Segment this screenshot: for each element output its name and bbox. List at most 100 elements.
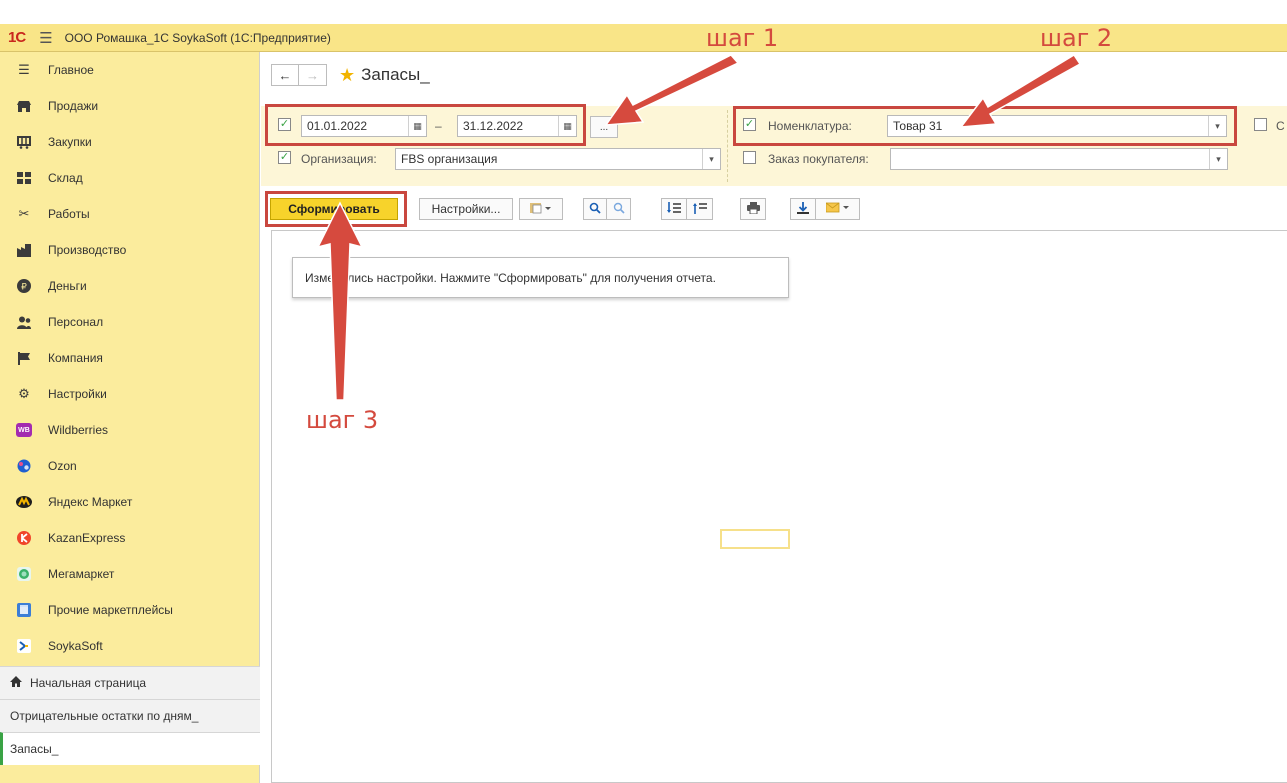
find-button[interactable] bbox=[583, 198, 607, 220]
organization-field[interactable]: FBS организация ▾ bbox=[395, 148, 721, 170]
main-menu-icon[interactable]: ☰ bbox=[39, 29, 52, 47]
navigation-bar: ← → ★ Запасы_ bbox=[271, 64, 430, 86]
sidebar-item-label: KazanExpress bbox=[48, 531, 126, 545]
factory-icon bbox=[14, 242, 34, 258]
sidebar-item-warehouse[interactable]: Склад bbox=[0, 160, 259, 196]
sidebar-item-staff[interactable]: Персонал bbox=[0, 304, 259, 340]
period-select-button[interactable]: ... bbox=[590, 116, 618, 138]
print-button[interactable] bbox=[740, 198, 766, 220]
collapse-icon bbox=[692, 202, 707, 217]
kazanexpress-icon bbox=[14, 530, 34, 546]
sidebar-item-label: Деньги bbox=[48, 279, 87, 293]
settings-changed-message: Изменились настройки. Нажмите "Сформиров… bbox=[292, 257, 789, 298]
sidebar-item-purchases[interactable]: Закупки bbox=[0, 124, 259, 160]
report-variant-button[interactable] bbox=[519, 198, 563, 220]
app-title: ООО Ромашка_1С SoykaSoft (1С:Предприятие… bbox=[64, 30, 331, 45]
variant-icon bbox=[530, 202, 552, 217]
customer-order-checkbox[interactable] bbox=[743, 151, 756, 164]
home-icon bbox=[10, 676, 22, 690]
organization-checkbox[interactable]: ✓ bbox=[278, 151, 291, 164]
sidebar-item-sales[interactable]: Продажи bbox=[0, 88, 259, 124]
cart-icon bbox=[14, 134, 34, 150]
step2-label: шаг 2 bbox=[1040, 24, 1113, 52]
customer-order-field[interactable]: ▾ bbox=[890, 148, 1228, 170]
wildberries-icon: WB bbox=[14, 422, 34, 438]
step2-highlight-nomenclature bbox=[733, 106, 1237, 146]
report-toolbar: Сформировать Настройки... bbox=[261, 190, 1287, 226]
ruble-icon: ₽ bbox=[14, 278, 34, 294]
megamarket-icon bbox=[14, 566, 34, 582]
sidebar-item-money[interactable]: ₽ Деньги bbox=[0, 268, 259, 304]
open-windows-panel: Начальная страница Отрицательные остатки… bbox=[0, 666, 260, 765]
sidebar-item-label: Компания bbox=[48, 351, 103, 365]
tools-icon: ✂ bbox=[18, 206, 30, 221]
organization-value: FBS организация bbox=[401, 152, 498, 166]
report-area[interactable]: Изменились настройки. Нажмите "Сформиров… bbox=[271, 230, 1287, 783]
download-icon bbox=[797, 201, 809, 217]
step3-highlight-generate bbox=[265, 191, 407, 227]
envelope-icon bbox=[825, 202, 850, 216]
flag-icon bbox=[14, 350, 34, 366]
sidebar-item-settings[interactable]: ⚙ Настройки bbox=[0, 376, 259, 412]
sidebar-item-works[interactable]: ✂ Работы bbox=[0, 196, 259, 232]
open-window-label: Запасы_ bbox=[10, 742, 59, 756]
open-window-label: Отрицательные остатки по дням_ bbox=[10, 709, 199, 723]
favorite-star-icon[interactable]: ★ bbox=[339, 65, 355, 86]
sidebar-item-label: Главное bbox=[48, 63, 94, 77]
sidebar-item-yandex-market[interactable]: Яндекс Маркет bbox=[0, 484, 259, 520]
sidebar-item-label: Яндекс Маркет bbox=[48, 495, 133, 509]
find-next-button[interactable] bbox=[607, 198, 631, 220]
expand-icon bbox=[667, 201, 681, 217]
sidebar-item-soykasoft[interactable]: SoykaSoft bbox=[0, 628, 259, 664]
filters-divider bbox=[727, 110, 728, 182]
gear-icon: ⚙ bbox=[18, 386, 30, 401]
other-marketplaces-icon bbox=[14, 602, 34, 618]
menu-lines-icon: ☰ bbox=[18, 62, 30, 77]
save-button[interactable] bbox=[790, 198, 816, 220]
extra-checkbox[interactable] bbox=[1254, 118, 1267, 131]
ozon-icon bbox=[14, 458, 34, 474]
settings-button[interactable]: Настройки... bbox=[419, 198, 513, 220]
customer-order-label: Заказ покупателя: bbox=[768, 152, 869, 166]
dropdown-icon[interactable]: ▾ bbox=[1209, 149, 1227, 169]
open-window-label: Начальная страница bbox=[30, 676, 147, 690]
sidebar-item-kazanexpress[interactable]: KazanExpress bbox=[0, 520, 259, 556]
sidebar-item-label: Закупки bbox=[48, 135, 92, 149]
send-email-button[interactable] bbox=[816, 198, 860, 220]
printer-icon bbox=[746, 201, 760, 217]
sidebar-item-label: Работы bbox=[48, 207, 90, 221]
sidebar-item-company[interactable]: Компания bbox=[0, 340, 259, 376]
svg-text:₽: ₽ bbox=[21, 283, 27, 293]
sidebar-item-main[interactable]: ☰ Главное bbox=[0, 52, 259, 88]
extra-label: С bbox=[1276, 119, 1285, 133]
sidebar-item-label: Ozon bbox=[48, 459, 77, 473]
sidebar-item-label: Мегамаркет bbox=[48, 567, 115, 581]
search-next-icon bbox=[613, 202, 625, 217]
sidebar-item-label: SoykaSoft bbox=[48, 639, 103, 653]
open-window-stocks[interactable]: Запасы_ bbox=[0, 732, 260, 765]
collapse-groups-button[interactable] bbox=[687, 198, 713, 220]
sidebar-item-label: Настройки bbox=[48, 387, 107, 401]
soykasoft-icon bbox=[14, 638, 34, 654]
sidebar-item-label: Производство bbox=[48, 243, 127, 257]
sidebar-item-wildberries[interactable]: WB Wildberries bbox=[0, 412, 259, 448]
report-placeholder bbox=[720, 529, 790, 549]
people-icon bbox=[14, 314, 34, 330]
sidebar-item-ozon[interactable]: Ozon bbox=[0, 448, 259, 484]
main-area: ← → ★ Запасы_ ✓ 01.01.2022 ▦ – 31.12.202… bbox=[261, 52, 1287, 783]
open-window-negative-stock[interactable]: Отрицательные остатки по дням_ bbox=[0, 699, 260, 732]
sidebar-item-label: Продажи bbox=[48, 99, 99, 113]
sidebar-item-other-marketplaces[interactable]: Прочие маркетплейсы bbox=[0, 592, 259, 628]
1c-logo[interactable]: 1С bbox=[8, 29, 26, 46]
open-window-home[interactable]: Начальная страница bbox=[0, 666, 260, 699]
sidebar-item-megamarket[interactable]: Мегамаркет bbox=[0, 556, 259, 592]
step1-label: шаг 1 bbox=[706, 24, 779, 52]
sidebar-item-label: Wildberries bbox=[48, 423, 109, 437]
step1-highlight-period bbox=[265, 104, 586, 146]
arrow-right-icon: → bbox=[306, 67, 319, 83]
back-button[interactable]: ← bbox=[271, 64, 299, 86]
sidebar-item-production[interactable]: Производство bbox=[0, 232, 259, 268]
expand-groups-button[interactable] bbox=[661, 198, 687, 220]
dropdown-icon[interactable]: ▾ bbox=[702, 149, 720, 169]
forward-button[interactable]: → bbox=[299, 64, 327, 86]
